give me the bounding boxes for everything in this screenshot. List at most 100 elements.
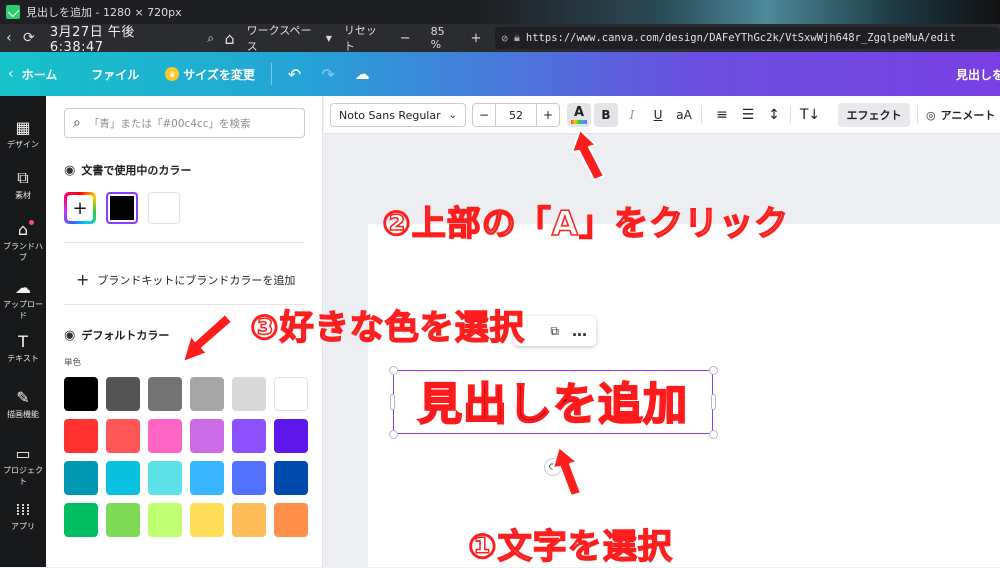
color-swatch[interactable] [64, 503, 98, 537]
color-swatch[interactable] [190, 377, 224, 411]
color-swatch[interactable] [106, 503, 140, 537]
add-color-button[interactable]: + [64, 192, 96, 224]
undo-icon[interactable]: ↶ [288, 65, 301, 84]
color-swatch[interactable] [232, 503, 266, 537]
file-menu-button[interactable]: ファイル [91, 66, 139, 83]
url-text: https://www.canva.com/design/DAFeYThGc2k… [525, 32, 956, 44]
rail-item[interactable]: ✎ 描画機能 [0, 388, 46, 420]
rotate-icon[interactable]: ⟳ [544, 458, 562, 476]
add-brand-colors-label: ブランドキットにブランドカラーを追加 [97, 273, 296, 287]
color-swatch[interactable] [148, 503, 182, 537]
align-center-icon[interactable]: ≡ [710, 103, 734, 127]
upload-icon: ☁ [15, 278, 31, 297]
reload-icon[interactable]: ⟳ [18, 24, 40, 52]
color-swatch[interactable] [190, 461, 224, 495]
doc-color-swatch[interactable] [106, 192, 138, 224]
resize-label: サイズを変更 [183, 67, 255, 82]
lock-icon[interactable]: 🔒︎ [514, 31, 520, 45]
color-swatch[interactable] [106, 377, 140, 411]
address-bar[interactable]: ⊘ 🔒︎ https://www.canva.com/design/DAFeYT… [495, 27, 1000, 49]
color-swatch[interactable] [64, 377, 98, 411]
color-swatch[interactable] [190, 503, 224, 537]
vertical-text-icon[interactable]: T↓ [798, 103, 822, 127]
doc-color-swatch[interactable] [148, 192, 180, 224]
workspace-label: ワークスペース [246, 24, 312, 53]
color-swatch[interactable] [232, 377, 266, 411]
redo-icon[interactable]: ↷ [321, 65, 334, 84]
font-size-increase-button[interactable]: + [536, 103, 560, 127]
color-swatch[interactable] [64, 419, 98, 453]
text-color-button[interactable]: A [567, 103, 591, 127]
color-swatch[interactable] [274, 377, 308, 411]
color-swatch[interactable] [274, 419, 308, 453]
rail-item-label: テキスト [7, 354, 39, 363]
color-swatch[interactable] [106, 419, 140, 453]
divider [64, 242, 305, 243]
font-dropdown[interactable]: Noto Sans Regular ⌄ [330, 103, 466, 127]
apps-icon: ⁞⁞⁞ [15, 500, 31, 519]
resize-button[interactable]: ♛ サイズを変更 [165, 66, 255, 83]
home-button[interactable]: ホーム [22, 66, 58, 83]
left-nav-rail: ▦ デザイン ⧉ 素材 ⌂ ブランドハブ ☁ アップロード T テキスト ✎ 描画機能 ▭ プロジェクト ⁞… [0, 96, 46, 567]
rail-item[interactable]: ⌂ ブランドハブ [0, 220, 46, 263]
line-spacing-icon[interactable]: ↕ [762, 103, 786, 127]
color-swatch[interactable] [274, 503, 308, 537]
add-brand-colors-button[interactable]: + ブランドキットにブランドカラーを追加 [76, 270, 295, 289]
color-swatch[interactable] [232, 461, 266, 495]
color-swatch[interactable] [148, 419, 182, 453]
reset-button[interactable]: リセット [344, 24, 388, 53]
underline-button[interactable]: U [646, 103, 670, 127]
zoom-out-button[interactable]: − [400, 24, 411, 52]
color-swatch[interactable] [106, 461, 140, 495]
color-swatch[interactable] [148, 461, 182, 495]
rail-item[interactable]: ⧉ 素材 [0, 168, 46, 201]
workspace-dropdown[interactable]: ワークスペース ▼ [246, 24, 332, 53]
solid-colors-label: 単色 [64, 358, 82, 368]
resize-handle[interactable] [711, 394, 716, 410]
back-chevron-icon[interactable]: ‹ [0, 24, 18, 52]
color-swatch[interactable] [274, 461, 308, 495]
resize-handle[interactable] [709, 430, 718, 439]
cloud-save-icon[interactable]: ☁ [355, 65, 370, 83]
rail-item-label: アプリ [11, 522, 35, 531]
italic-button[interactable]: I [620, 103, 644, 127]
window-title: 見出しを追加 - 1280 × 720px [26, 6, 182, 19]
color-search-input[interactable]: ⌕ 「青」または「#00c4cc」を検索 [64, 108, 305, 138]
rail-item[interactable]: ▦ デザイン [0, 118, 46, 150]
context-toolbar: Noto Sans Regular ⌄ − 52 + A B I U aA ≡ … [324, 96, 1000, 134]
color-swatch[interactable] [232, 419, 266, 453]
tracking-shield-icon[interactable]: ⊘ [501, 32, 508, 45]
divider [790, 106, 791, 124]
annotation-step1: ①文字を選択 [467, 526, 673, 568]
resize-handle[interactable] [390, 394, 395, 410]
headline-text[interactable]: 見出しを追加 [397, 368, 709, 432]
elements-icon: ⧉ [17, 168, 29, 187]
design-title[interactable]: 見出しを [956, 52, 1000, 96]
rail-item[interactable]: ☁ アップロード [0, 278, 46, 321]
letter-case-button[interactable]: aA [672, 103, 696, 127]
canva-header: ‹ ホーム ファイル ♛ サイズを変更 ↶ ↷ ☁ 見出しを [0, 52, 1000, 96]
color-swatch[interactable] [148, 377, 182, 411]
rail-item-label: ブランドハブ [3, 242, 43, 262]
font-size-decrease-button[interactable]: − [472, 103, 496, 127]
zoom-search-icon[interactable]: ⌕ [203, 24, 219, 52]
rail-item[interactable]: ⁞⁞⁞ アプリ [0, 500, 46, 532]
bold-button[interactable]: B [594, 103, 618, 127]
back-chevron-icon[interactable]: ‹ [8, 66, 14, 82]
rail-item[interactable]: ▭ プロジェクト [0, 444, 46, 487]
default-colors-heading: ◉ デフォルトカラー [64, 327, 169, 343]
home-icon[interactable]: ⌂ [219, 24, 241, 52]
font-size-input[interactable]: 52 [495, 103, 537, 127]
zoom-in-button[interactable]: + [471, 24, 482, 52]
rail-item[interactable]: T テキスト [0, 332, 46, 364]
color-swatch[interactable] [190, 419, 224, 453]
animate-button[interactable]: ◎ アニメート [926, 103, 1000, 127]
more-options-button[interactable]: … [572, 322, 588, 340]
color-swatch[interactable] [64, 461, 98, 495]
palette-icon: ◉ [64, 162, 76, 178]
text-color-icon: A [573, 105, 585, 120]
bullet-list-icon[interactable]: ☰ [736, 103, 760, 127]
copy-icon[interactable]: ⧉ [550, 324, 560, 339]
resize-handle[interactable] [709, 366, 718, 375]
effects-button[interactable]: エフェクト [838, 103, 910, 127]
